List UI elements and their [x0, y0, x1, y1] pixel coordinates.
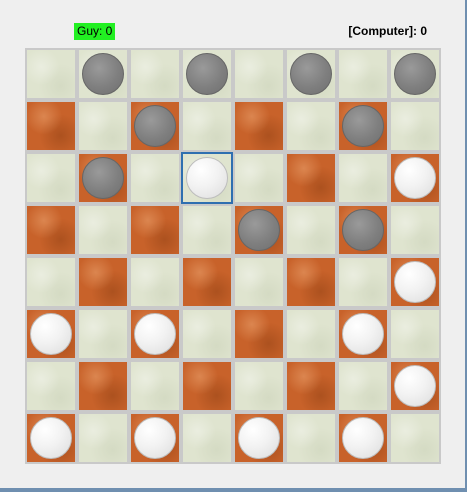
white-piece[interactable]: [30, 417, 72, 459]
board-square-r5-c7[interactable]: [389, 308, 441, 360]
white-piece[interactable]: [342, 417, 384, 459]
board-square-r6-c2[interactable]: [129, 360, 181, 412]
board-square-r7-c6[interactable]: [337, 412, 389, 464]
board-square-r6-c7[interactable]: [389, 360, 441, 412]
board-square-r4-c2[interactable]: [129, 256, 181, 308]
gray-piece[interactable]: [82, 157, 124, 199]
board-square-r4-c3[interactable]: [181, 256, 233, 308]
gray-piece[interactable]: [238, 209, 280, 251]
white-piece[interactable]: [134, 313, 176, 355]
board-square-r1-c6[interactable]: [337, 100, 389, 152]
gray-piece[interactable]: [134, 105, 176, 147]
board-square-r5-c6[interactable]: [337, 308, 389, 360]
board-square-r7-c7[interactable]: [389, 412, 441, 464]
board-square-r2-c1[interactable]: [77, 152, 129, 204]
board-square-r1-c7[interactable]: [389, 100, 441, 152]
board-square-r5-c4[interactable]: [233, 308, 285, 360]
board-square-r1-c4[interactable]: [233, 100, 285, 152]
game-window: Guy: 0 [Computer]: 0: [0, 0, 467, 492]
board-square-r5-c5[interactable]: [285, 308, 337, 360]
board-square-r5-c3[interactable]: [181, 308, 233, 360]
board-square-r7-c2[interactable]: [129, 412, 181, 464]
white-piece[interactable]: [30, 313, 72, 355]
white-piece[interactable]: [342, 313, 384, 355]
board-square-r5-c0[interactable]: [25, 308, 77, 360]
board-square-r0-c1[interactable]: [77, 48, 129, 100]
board-square-r4-c1[interactable]: [77, 256, 129, 308]
white-piece[interactable]: [394, 261, 436, 303]
board-square-r6-c5[interactable]: [285, 360, 337, 412]
gray-piece[interactable]: [342, 105, 384, 147]
board-square-r7-c1[interactable]: [77, 412, 129, 464]
board-square-r7-c4[interactable]: [233, 412, 285, 464]
board-square-r5-c2[interactable]: [129, 308, 181, 360]
white-piece[interactable]: [186, 157, 228, 199]
board-square-r0-c5[interactable]: [285, 48, 337, 100]
board-square-r4-c7[interactable]: [389, 256, 441, 308]
board-square-r2-c5[interactable]: [285, 152, 337, 204]
board-square-r0-c4[interactable]: [233, 48, 285, 100]
board-square-r3-c0[interactable]: [25, 204, 77, 256]
board-square-r0-c3[interactable]: [181, 48, 233, 100]
board-square-r2-c0[interactable]: [25, 152, 77, 204]
board-square-r7-c3[interactable]: [181, 412, 233, 464]
player-score: Guy: 0: [74, 23, 116, 40]
board-square-r3-c7[interactable]: [389, 204, 441, 256]
board-square-r3-c4[interactable]: [233, 204, 285, 256]
white-piece[interactable]: [394, 365, 436, 407]
gray-piece[interactable]: [186, 53, 228, 95]
board-square-r4-c4[interactable]: [233, 256, 285, 308]
board-square-r0-c0[interactable]: [25, 48, 77, 100]
white-piece[interactable]: [238, 417, 280, 459]
board-square-r6-c4[interactable]: [233, 360, 285, 412]
board-square-r1-c2[interactable]: [129, 100, 181, 152]
board-square-r1-c3[interactable]: [181, 100, 233, 152]
board-square-r4-c0[interactable]: [25, 256, 77, 308]
board-square-r6-c6[interactable]: [337, 360, 389, 412]
board-square-r6-c3[interactable]: [181, 360, 233, 412]
board-square-r3-c5[interactable]: [285, 204, 337, 256]
board-square-r3-c1[interactable]: [77, 204, 129, 256]
board-square-r2-c7[interactable]: [389, 152, 441, 204]
board-square-r3-c2[interactable]: [129, 204, 181, 256]
board-square-r1-c1[interactable]: [77, 100, 129, 152]
gray-piece[interactable]: [82, 53, 124, 95]
board-square-r1-c5[interactable]: [285, 100, 337, 152]
board-square-r6-c0[interactable]: [25, 360, 77, 412]
white-piece[interactable]: [394, 157, 436, 199]
board-square-r2-c2[interactable]: [129, 152, 181, 204]
board-square-r2-c3[interactable]: [181, 152, 233, 204]
board-square-r0-c7[interactable]: [389, 48, 441, 100]
board-square-r3-c3[interactable]: [181, 204, 233, 256]
board-square-r0-c2[interactable]: [129, 48, 181, 100]
board-square-r5-c1[interactable]: [77, 308, 129, 360]
board-square-r1-c0[interactable]: [25, 100, 77, 152]
gray-piece[interactable]: [290, 53, 332, 95]
computer-score: [Computer]: 0: [348, 24, 427, 38]
board-square-r7-c5[interactable]: [285, 412, 337, 464]
board-square-r6-c1[interactable]: [77, 360, 129, 412]
board-square-r2-c6[interactable]: [337, 152, 389, 204]
board-square-r4-c5[interactable]: [285, 256, 337, 308]
gray-piece[interactable]: [394, 53, 436, 95]
checkers-board: [25, 48, 441, 464]
board-square-r0-c6[interactable]: [337, 48, 389, 100]
gray-piece[interactable]: [342, 209, 384, 251]
board-square-r2-c4[interactable]: [233, 152, 285, 204]
board-square-r4-c6[interactable]: [337, 256, 389, 308]
board-square-r3-c6[interactable]: [337, 204, 389, 256]
board-square-r7-c0[interactable]: [25, 412, 77, 464]
white-piece[interactable]: [134, 417, 176, 459]
